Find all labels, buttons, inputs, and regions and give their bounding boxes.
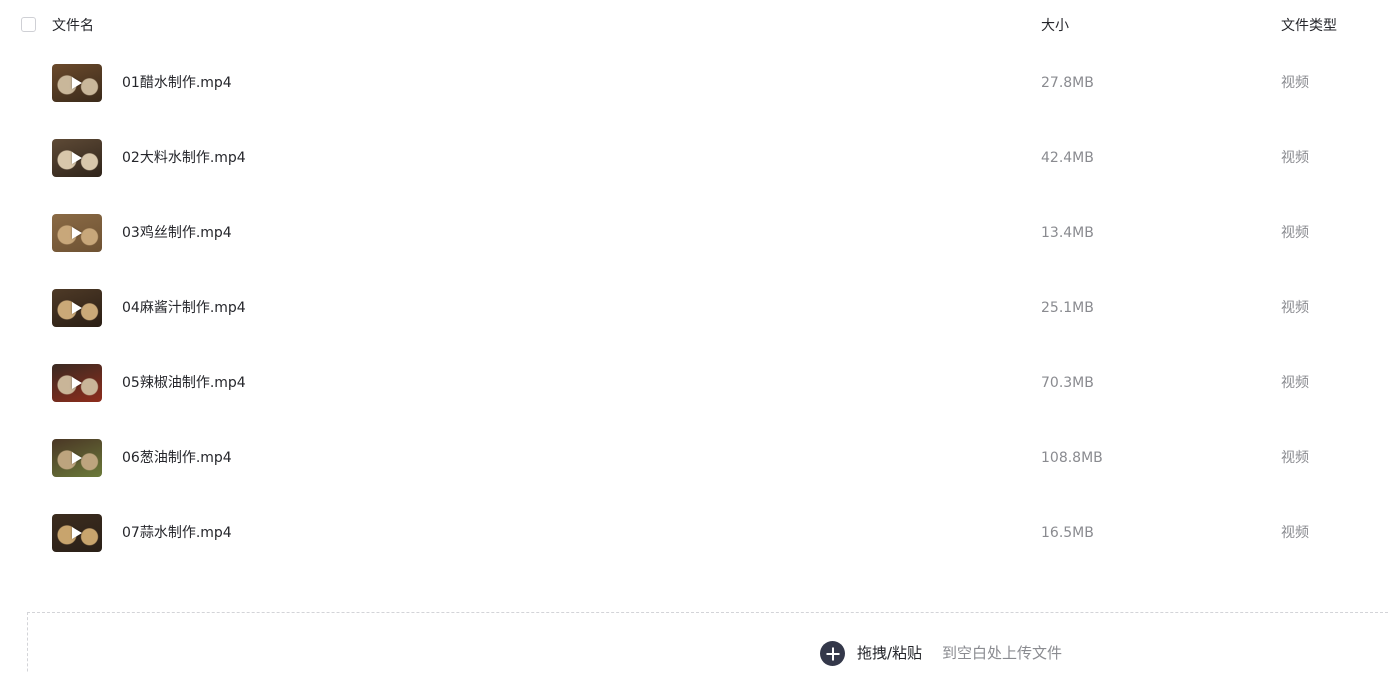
video-thumbnail[interactable] bbox=[52, 439, 102, 477]
dropzone-label: 拖拽/粘贴 bbox=[857, 644, 923, 662]
play-icon bbox=[72, 302, 82, 314]
file-type: 视频 bbox=[1281, 75, 1309, 91]
file-row[interactable]: 01醋水制作.mp4 27.8MB 视频 bbox=[0, 48, 1388, 123]
add-icon[interactable] bbox=[820, 641, 845, 666]
file-size: 13.4MB bbox=[1041, 225, 1094, 241]
column-header-size[interactable]: 大小 bbox=[1041, 17, 1069, 35]
file-row[interactable]: 03鸡丝制作.mp4 13.4MB 视频 bbox=[0, 198, 1388, 273]
dropzone-hint: 到空白处上传文件 bbox=[942, 644, 1063, 662]
file-size: 42.4MB bbox=[1041, 150, 1094, 166]
video-thumbnail[interactable] bbox=[52, 514, 102, 552]
column-header-type[interactable]: 文件类型 bbox=[1281, 17, 1337, 35]
column-header-name[interactable]: 文件名 bbox=[52, 17, 94, 35]
play-icon bbox=[72, 77, 82, 89]
select-all-checkbox[interactable] bbox=[21, 17, 36, 32]
file-name[interactable]: 06葱油制作.mp4 bbox=[122, 449, 232, 467]
file-size: 27.8MB bbox=[1041, 75, 1094, 91]
video-thumbnail[interactable] bbox=[52, 214, 102, 252]
play-icon bbox=[72, 377, 82, 389]
file-size: 25.1MB bbox=[1041, 300, 1094, 316]
file-name[interactable]: 05辣椒油制作.mp4 bbox=[122, 374, 246, 392]
upload-dropzone[interactable] bbox=[27, 612, 1388, 673]
video-thumbnail[interactable] bbox=[52, 289, 102, 327]
file-size: 108.8MB bbox=[1041, 450, 1103, 466]
play-icon bbox=[72, 527, 82, 539]
play-icon bbox=[72, 452, 82, 464]
file-type: 视频 bbox=[1281, 450, 1309, 466]
file-row[interactable]: 02大料水制作.mp4 42.4MB 视频 bbox=[0, 123, 1388, 198]
video-thumbnail[interactable] bbox=[52, 139, 102, 177]
file-type: 视频 bbox=[1281, 150, 1309, 166]
play-icon bbox=[72, 152, 82, 164]
file-row[interactable]: 07蒜水制作.mp4 16.5MB 视频 bbox=[0, 498, 1388, 573]
file-size: 16.5MB bbox=[1041, 525, 1094, 541]
file-row[interactable]: 05辣椒油制作.mp4 70.3MB 视频 bbox=[0, 348, 1388, 423]
file-type: 视频 bbox=[1281, 300, 1309, 316]
file-list-page: 文件名 大小 文件类型 01醋水制作.mp4 27.8MB 视频 02大料水制作… bbox=[0, 0, 1388, 673]
file-row[interactable]: 04麻酱汁制作.mp4 25.1MB 视频 bbox=[0, 273, 1388, 348]
file-list-header: 文件名 大小 文件类型 bbox=[0, 0, 1388, 52]
file-type: 视频 bbox=[1281, 375, 1309, 391]
video-thumbnail[interactable] bbox=[52, 364, 102, 402]
play-icon bbox=[72, 227, 82, 239]
file-row[interactable]: 06葱油制作.mp4 108.8MB 视频 bbox=[0, 423, 1388, 498]
file-name[interactable]: 04麻酱汁制作.mp4 bbox=[122, 299, 246, 317]
file-type: 视频 bbox=[1281, 225, 1309, 241]
file-size: 70.3MB bbox=[1041, 375, 1094, 391]
file-name[interactable]: 07蒜水制作.mp4 bbox=[122, 524, 232, 542]
file-name[interactable]: 01醋水制作.mp4 bbox=[122, 74, 232, 92]
file-type: 视频 bbox=[1281, 525, 1309, 541]
file-name[interactable]: 03鸡丝制作.mp4 bbox=[122, 224, 232, 242]
file-name[interactable]: 02大料水制作.mp4 bbox=[122, 149, 246, 167]
video-thumbnail[interactable] bbox=[52, 64, 102, 102]
